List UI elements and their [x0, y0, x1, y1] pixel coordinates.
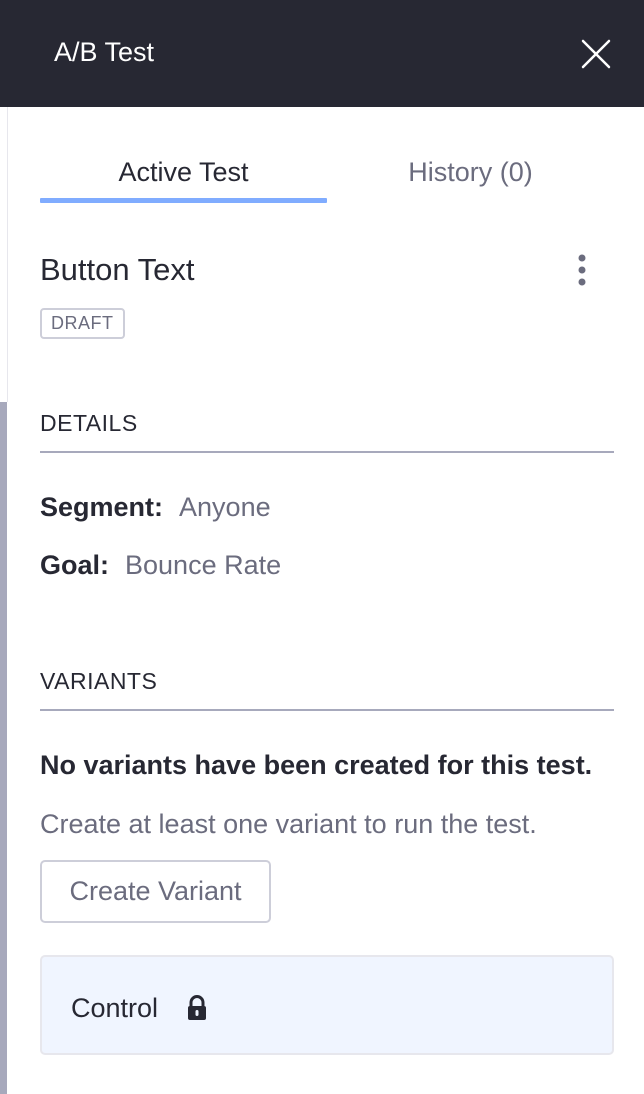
control-label: Control: [71, 993, 159, 1023]
tab-active-test[interactable]: Active Test: [40, 150, 327, 204]
close-button[interactable]: [578, 36, 614, 72]
goal-label: Goal:: [40, 550, 110, 580]
tab-bar: Active Test History (0): [40, 150, 614, 204]
goal-value: Bounce Rate: [125, 550, 282, 580]
panel-header: A/B Test: [0, 0, 644, 107]
control-variant-card[interactable]: Control: [40, 955, 614, 1055]
tab-history[interactable]: History (0): [327, 150, 614, 204]
segment-value: Anyone: [179, 492, 271, 522]
empty-state-title: No variants have been created for this t…: [40, 750, 593, 780]
segment-row: Segment: Anyone: [40, 489, 271, 525]
lock-icon: [188, 995, 206, 1020]
side-scrollbar[interactable]: [0, 402, 7, 1094]
variants-divider: [40, 709, 614, 711]
test-title: Button Text: [40, 252, 195, 287]
test-options-button[interactable]: [566, 250, 598, 290]
panel-title: A/B Test: [54, 37, 155, 67]
create-variant-button[interactable]: Create Variant: [40, 860, 271, 923]
vertical-ellipsis-icon: [578, 254, 586, 286]
close-icon: [581, 39, 611, 69]
segment-label: Segment:: [40, 492, 164, 522]
side-panel-edge: [0, 107, 8, 402]
empty-state-description: Create at least one variant to run the t…: [40, 809, 537, 839]
goal-row: Goal: Bounce Rate: [40, 547, 281, 583]
status-badge: DRAFT: [40, 308, 125, 339]
details-divider: [40, 451, 614, 453]
details-section-title: DETAILS: [40, 410, 138, 436]
variants-section-title: VARIANTS: [40, 668, 158, 694]
